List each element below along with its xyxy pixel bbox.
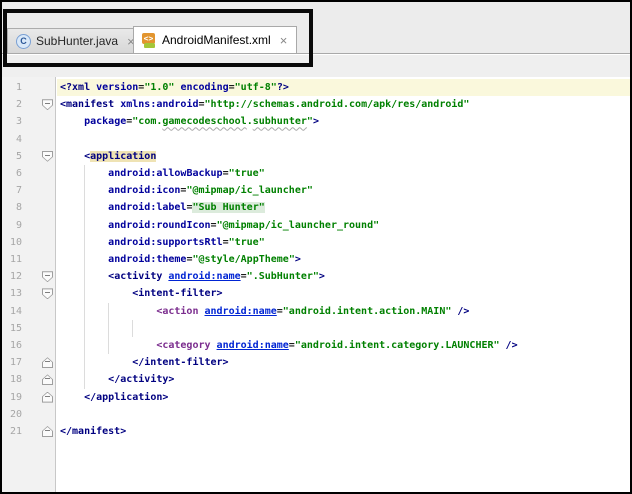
fold-end-icon[interactable] — [42, 374, 53, 386]
code-line[interactable]: 16 <category android:name="android.inten… — [2, 337, 630, 354]
code-line[interactable]: 14 <action android:name="android.intent.… — [2, 303, 630, 320]
line-number: 14 — [9, 305, 22, 317]
line-number: 20 — [9, 408, 22, 420]
code-text: <manifest xmlns:android="http://schemas.… — [60, 99, 470, 111]
code-text: </intent-filter> — [132, 357, 229, 369]
line-number: 7 — [15, 185, 22, 197]
code-line[interactable]: 18 </activity> — [2, 371, 630, 388]
code-line[interactable]: 4 — [2, 131, 630, 148]
code-text: android:roundIcon="@mipmap/ic_launcher_r… — [108, 219, 380, 231]
code-text: </manifest> — [60, 426, 127, 437]
line-number: 8 — [15, 202, 22, 214]
code-text: <action android:name="android.intent.act… — [156, 305, 470, 317]
code-line[interactable]: 15 — [2, 320, 630, 337]
line-number: 21 — [9, 426, 22, 437]
code-line[interactable]: 3 package="com.gamecodeschool.subhunter"… — [2, 113, 630, 130]
line-number: 17 — [9, 357, 22, 369]
code-line[interactable]: 7 android:icon="@mipmap/ic_launcher" — [2, 182, 630, 199]
code-text: android:theme="@style/AppTheme"> — [108, 254, 301, 265]
line-number: 5 — [15, 150, 22, 162]
line-number: 15 — [9, 322, 22, 334]
code-text: android:label="Sub Hunter" — [108, 202, 265, 214]
code-line[interactable]: 12 <activity android:name=".SubHunter"> — [2, 268, 630, 285]
line-number: 12 — [9, 271, 22, 283]
code-line[interactable]: 20 — [2, 406, 630, 423]
code-text: <?xml version="1.0" encoding="utf-8"?> — [60, 82, 289, 93]
fold-collapse-icon[interactable] — [42, 288, 53, 300]
code-text: </application> — [84, 391, 169, 403]
code-text: </activity> — [108, 374, 175, 386]
fold-end-icon[interactable] — [42, 391, 53, 403]
line-number: 16 — [9, 340, 22, 351]
code-line[interactable]: 6 android:allowBackup="true" — [2, 165, 630, 182]
line-number: 2 — [15, 99, 22, 111]
fold-collapse-icon[interactable] — [42, 271, 53, 283]
fold-end-icon[interactable] — [42, 357, 53, 369]
line-number: 11 — [9, 254, 22, 265]
code-text: <category android:name="android.intent.c… — [156, 340, 518, 351]
line-number: 13 — [9, 288, 22, 300]
line-number: 10 — [9, 236, 22, 248]
code-text: android:supportsRtl="true" — [108, 236, 265, 248]
code-line[interactable]: 5 <application — [2, 148, 630, 165]
code-editor[interactable]: 1 <?xml version="1.0" encoding="utf-8"?> 2… — [2, 77, 630, 492]
code-line[interactable]: 8 android:label="Sub Hunter" — [2, 199, 630, 216]
code-line[interactable]: 21 </manifest> — [2, 423, 630, 440]
code-line[interactable]: 11 android:theme="@style/AppTheme"> — [2, 251, 630, 268]
ide-window: C SubHunter.java × <> AndroidManifest.xm… — [0, 0, 632, 494]
fold-end-icon[interactable] — [42, 426, 53, 437]
line-number: 6 — [15, 168, 22, 179]
code-line[interactable]: 2 <manifest xmlns:android="http://schemas… — [2, 96, 630, 113]
code-line[interactable]: 17 </intent-filter> — [2, 354, 630, 371]
line-number: 18 — [9, 374, 22, 386]
code-text: package="com.gamecodeschool.subhunter"> — [84, 116, 319, 128]
code-text: android:icon="@mipmap/ic_launcher" — [108, 185, 313, 197]
line-number: 19 — [9, 391, 22, 403]
annotation-rectangle — [3, 9, 313, 67]
line-number: 1 — [15, 82, 22, 93]
code-text: android:allowBackup="true" — [108, 168, 265, 179]
line-number: 9 — [15, 219, 22, 231]
code-line[interactable]: 1 <?xml version="1.0" encoding="utf-8"?> — [2, 79, 630, 97]
code-line[interactable]: 10 android:supportsRtl="true" — [2, 234, 630, 251]
code-line[interactable]: 13 <intent-filter> — [2, 285, 630, 302]
code-line[interactable]: 19 </application> — [2, 389, 630, 406]
code-text: <intent-filter> — [132, 288, 223, 300]
code-line[interactable]: 9 android:roundIcon="@mipmap/ic_launcher… — [2, 217, 630, 234]
code-text: <application — [84, 150, 157, 162]
line-number: 3 — [15, 116, 22, 128]
fold-collapse-icon[interactable] — [42, 150, 53, 162]
code-text: <activity android:name=".SubHunter"> — [108, 271, 325, 283]
indent-guide — [132, 320, 133, 337]
line-number: 4 — [15, 133, 22, 145]
fold-collapse-icon[interactable] — [42, 99, 53, 111]
